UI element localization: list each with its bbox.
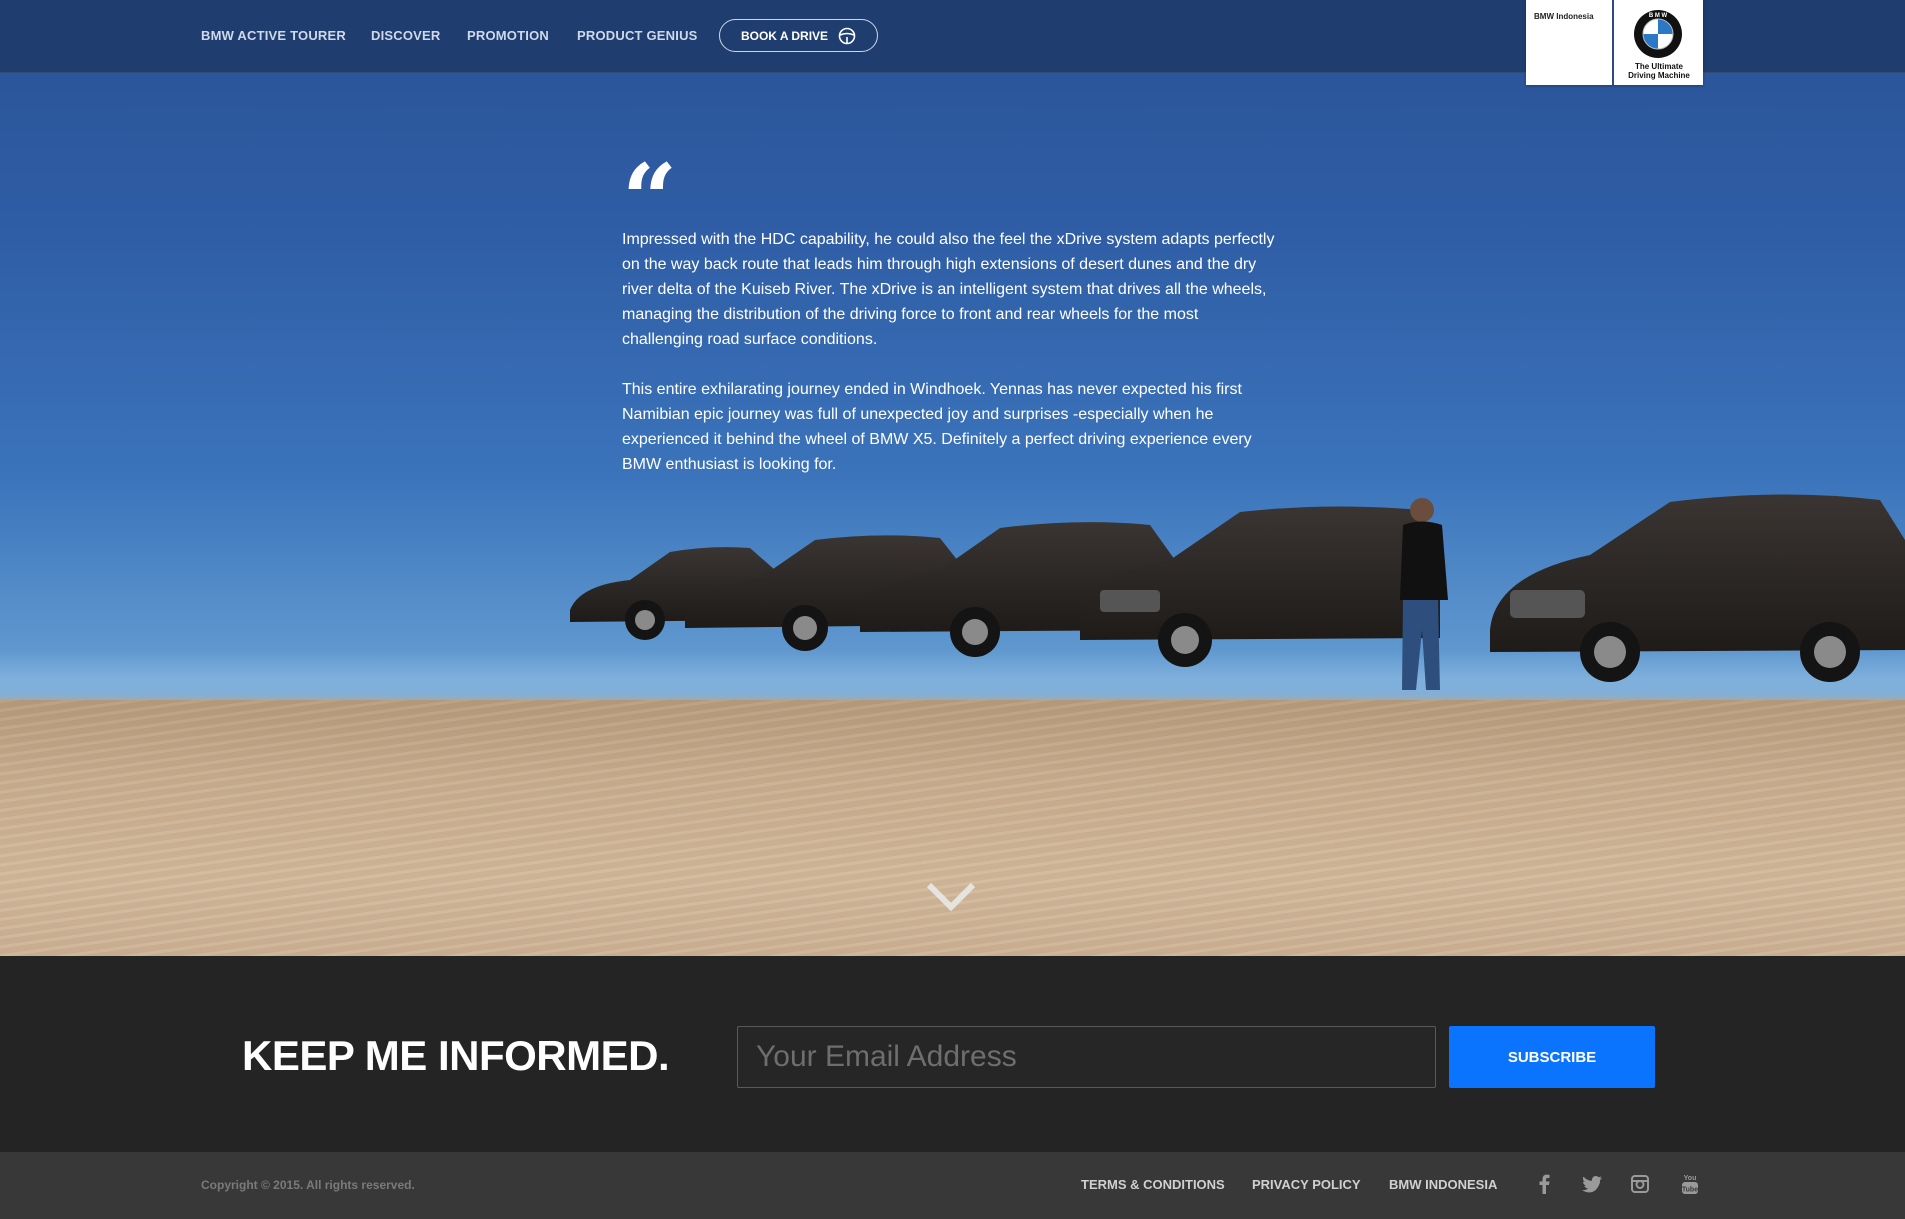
steering-wheel-icon (838, 27, 856, 44)
book-a-drive-button[interactable]: BOOK A DRIVE (719, 19, 878, 52)
bmw-indonesia-link[interactable]: BMW INDONESIA (1389, 1177, 1497, 1192)
desert-sand (0, 700, 1905, 956)
youtube-icon[interactable]: You Tube (1676, 1170, 1704, 1198)
bmw-logo[interactable]: BMW Indonesia B M W The Ultimate Driving… (1526, 0, 1703, 85)
logo-region-label: BMW Indonesia (1534, 12, 1594, 21)
logo-tagline-line1: The Ultimate (1634, 62, 1683, 71)
bmw-x5-convoy-photo (570, 494, 1905, 690)
twitter-icon[interactable] (1578, 1170, 1606, 1198)
email-field[interactable] (737, 1026, 1436, 1088)
nav-item-promotion[interactable]: PROMOTION (467, 28, 549, 43)
subscribe-button[interactable]: SUBSCRIBE (1449, 1026, 1655, 1088)
chevron-down-icon[interactable] (925, 880, 977, 912)
nav-item-active-tourer[interactable]: BMW ACTIVE TOURER (201, 28, 346, 43)
nav-item-product-genius[interactable]: PRODUCT GENIUS (577, 28, 698, 43)
bmw-roundel-icon: B M W (1634, 10, 1682, 58)
logo-tagline-line2: Driving Machine (1628, 71, 1690, 80)
nav-item-discover[interactable]: DISCOVER (371, 28, 441, 43)
quote-paragraph-1: Impressed with the HDC capability, he co… (622, 231, 1275, 348)
newsletter-section: KEEP ME INFORMED. SUBSCRIBE (0, 956, 1905, 1152)
hero-section: “ Impressed with the HDC capability, he … (0, 0, 1905, 956)
privacy-link[interactable]: PRIVACY POLICY (1252, 1177, 1361, 1192)
svg-text:B M W: B M W (1649, 13, 1668, 19)
copyright-text: Copyright © 2015. All rights reserved. (201, 1178, 415, 1192)
book-a-drive-label: BOOK A DRIVE (740, 28, 829, 43)
footer: Copyright © 2015. All rights reserved. T… (0, 1152, 1905, 1219)
svg-text:Tube: Tube (1682, 1187, 1698, 1194)
top-nav: BMW ACTIVE TOURER DISCOVER PROMOTION PRO… (0, 0, 1905, 85)
facebook-icon[interactable] (1530, 1170, 1558, 1198)
logo-tagline: The Ultimate Driving Machine (1618, 62, 1700, 80)
driver-figure (1400, 498, 1448, 690)
logo-divider (1612, 0, 1614, 85)
svg-text:You: You (1684, 1175, 1697, 1182)
car-5 (1490, 494, 1905, 682)
newsletter-heading: KEEP ME INFORMED. (242, 1032, 670, 1079)
instagram-icon[interactable] (1626, 1170, 1654, 1198)
terms-link[interactable]: TERMS & CONDITIONS (1081, 1177, 1225, 1192)
quote-paragraph-2: This entire exhilarating journey ended i… (622, 381, 1252, 473)
